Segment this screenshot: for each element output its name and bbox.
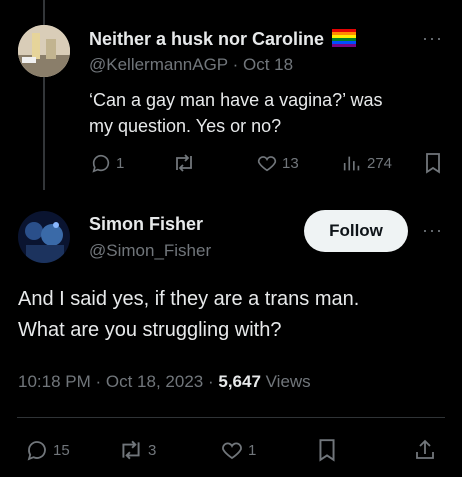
author-handle[interactable]: @KellermannAGP <box>89 55 228 74</box>
avatar[interactable] <box>18 211 70 263</box>
more-options-icon[interactable]: ··· <box>422 28 443 49</box>
like-count: 13 <box>282 154 299 172</box>
repost-icon <box>172 152 196 174</box>
bookmark-icon <box>316 438 338 462</box>
bookmark-button[interactable] <box>423 152 443 174</box>
tweet-meta: 10:18 PM · Oct 18, 2023 · 5,647 Views <box>18 372 311 392</box>
repost-button[interactable]: 3 <box>118 438 156 462</box>
tweet-text: ‘Can a gay man have a vagina?’ was my qu… <box>89 87 449 139</box>
reply-button[interactable]: 1 <box>90 152 124 174</box>
avatar-image <box>18 25 70 77</box>
tweet-date[interactable]: Oct 18, 2023 <box>106 372 203 391</box>
tweet-text-line: my question. Yes or no? <box>89 116 282 136</box>
reply-button[interactable]: 15 <box>25 438 70 462</box>
follow-button[interactable]: Follow <box>304 210 408 252</box>
separator-dot: · <box>95 372 106 391</box>
views-button[interactable]: 274 <box>341 152 392 174</box>
reply-icon <box>90 152 112 174</box>
separator-dot: · <box>207 372 219 391</box>
like-count: 1 <box>248 441 257 459</box>
divider <box>17 417 445 418</box>
separator-dot: · <box>232 55 243 74</box>
reply-count: 1 <box>116 154 125 172</box>
views-count: 5,647 <box>218 372 261 391</box>
heart-icon <box>256 152 278 174</box>
author-name-text: Neither a husk nor Caroline <box>89 29 325 49</box>
tweet-text-line: And I said yes, if they are a trans man. <box>18 288 360 310</box>
bookmark-button[interactable] <box>316 438 338 462</box>
tweet-text-line: What are you struggling with? <box>18 319 282 341</box>
avatar[interactable] <box>18 25 70 77</box>
views-icon <box>341 152 363 174</box>
author-name[interactable]: Simon Fisher <box>89 214 203 235</box>
heart-icon <box>220 438 244 462</box>
reply-count: 15 <box>53 441 70 459</box>
share-icon <box>413 438 437 462</box>
like-button[interactable]: 1 <box>220 438 256 462</box>
tweet-date[interactable]: Oct 18 <box>243 55 293 74</box>
more-options-icon[interactable]: ··· <box>422 220 443 241</box>
repost-button[interactable] <box>172 152 200 174</box>
rainbow-flag-icon <box>332 29 357 47</box>
avatar-image <box>18 211 70 263</box>
reply-icon <box>25 438 49 462</box>
repost-count: 3 <box>148 441 157 459</box>
tweet-text: And I said yes, if they are a trans man.… <box>18 284 448 346</box>
bookmark-icon <box>423 152 443 174</box>
share-button[interactable] <box>413 438 437 462</box>
tweet-time[interactable]: 10:18 PM <box>18 372 91 391</box>
like-button[interactable]: 13 <box>256 152 299 174</box>
views-label: Views <box>265 372 311 391</box>
repost-icon <box>118 438 144 462</box>
author-name[interactable]: Neither a husk nor Caroline <box>89 29 357 50</box>
author-handle[interactable]: @Simon_Fisher <box>89 241 211 261</box>
tweet-text-line: ‘Can a gay man have a vagina?’ was <box>89 90 383 110</box>
view-count: 274 <box>367 154 393 172</box>
